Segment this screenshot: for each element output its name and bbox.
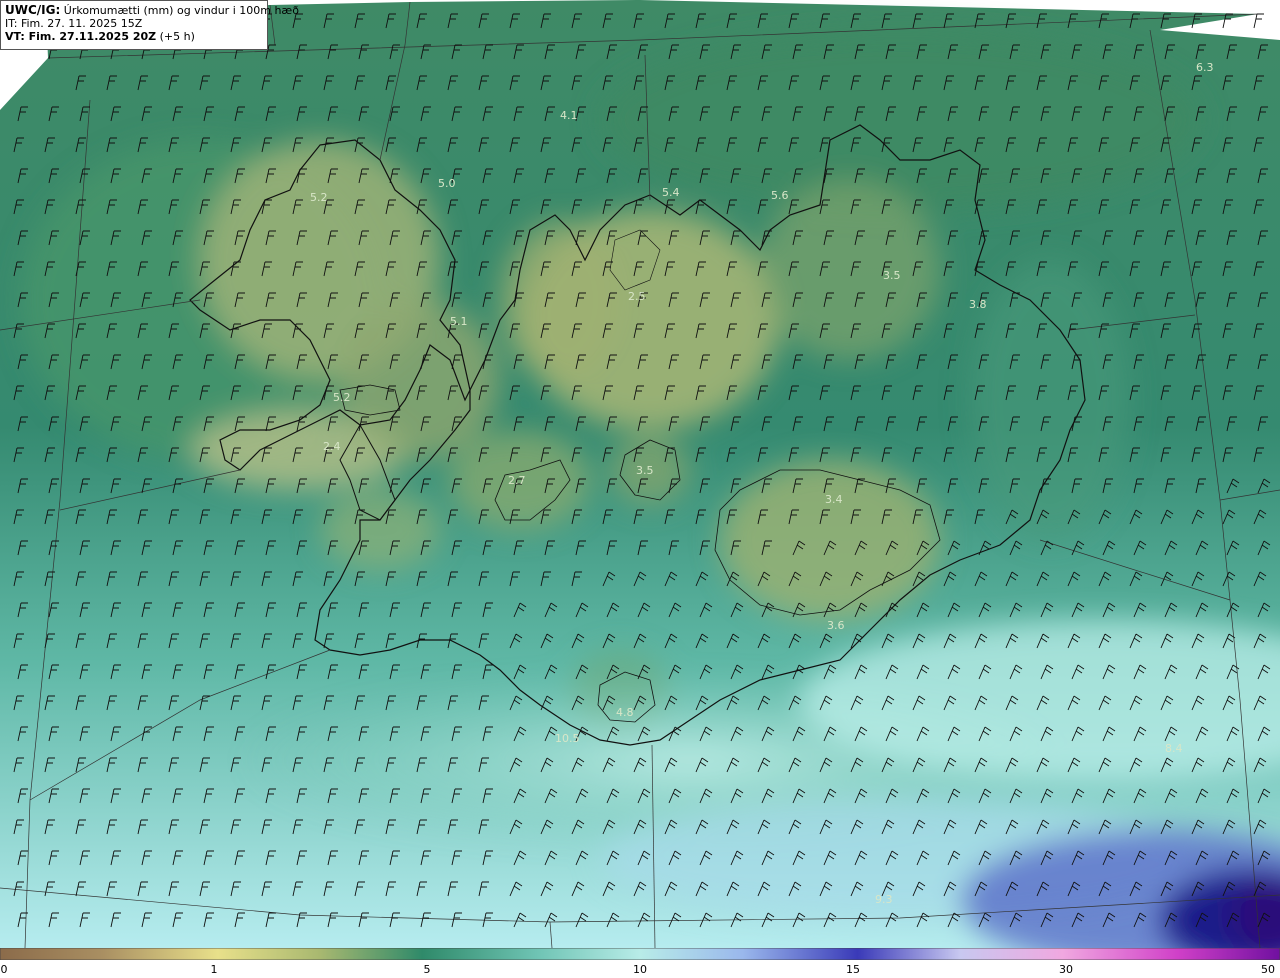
product-code: UWC/IG: (5, 3, 61, 17)
value-label: 4.8 (616, 706, 634, 719)
value-label: 5.2 (310, 191, 328, 204)
valid-time-line: VT: Fim. 27.11.2025 20Z (+5 h) (5, 30, 263, 43)
value-label: 2.5 (628, 290, 646, 303)
colorbar-tick: 10 (633, 963, 647, 976)
map-canvas: 6.3 4.1 5.0 5.2 5.4 5.6 3.5 3.8 5.1 2.5 … (0, 0, 1280, 948)
map-legend-header: UWC/IG: Úrkomumætti (mm) og vindur i 100… (0, 0, 299, 50)
value-label: 3.5 (883, 269, 901, 282)
forecast-offset: (+5 h) (159, 30, 195, 43)
header-title-line: UWC/IG: Úrkomumætti (mm) og vindur i 100… (5, 3, 299, 18)
value-label: 3.8 (969, 298, 987, 311)
valid-time: VT: Fim. 27.11.2025 20Z (5, 30, 157, 43)
value-label: 5.4 (662, 186, 680, 199)
value-label: 3.4 (825, 493, 843, 506)
value-label: 4.1 (560, 109, 578, 122)
init-time: IT: Fim. 27. 11. 2025 15Z (5, 17, 143, 30)
value-label: 2.7 (508, 474, 526, 487)
value-label: 5.6 (771, 189, 789, 202)
colorbar-tick: 0 (0, 963, 8, 976)
value-label: 6.3 (1196, 61, 1214, 74)
value-label: 5.0 (438, 177, 456, 190)
colorbar-tick: 15 (846, 963, 860, 976)
value-label: 3.5 (636, 464, 654, 477)
value-label: 8.4 (1165, 742, 1183, 755)
colorbar-tick: 5 (423, 963, 431, 976)
wind-barb (1253, 13, 1264, 29)
colorbar-tick: 30 (1059, 963, 1073, 976)
colorbar-tick: 50 (1261, 963, 1275, 976)
product-description: Úrkomumætti (mm) og vindur i 100m hæð (63, 4, 299, 17)
colorbar: 0 1 5 10 15 30 50 (0, 948, 1280, 978)
weather-map: 6.3 4.1 5.0 5.2 5.4 5.6 3.5 3.8 5.1 2.5 … (0, 0, 1280, 948)
value-label: 2.4 (323, 440, 341, 453)
value-label: 10.5 (555, 732, 580, 745)
colorbar-gradient (0, 948, 1280, 960)
value-label: 5.1 (450, 315, 468, 328)
value-label: 5.2 (333, 391, 351, 404)
colorbar-tick: 1 (210, 963, 218, 976)
value-label: 3.6 (827, 619, 845, 632)
value-label: 9.3 (875, 893, 893, 906)
